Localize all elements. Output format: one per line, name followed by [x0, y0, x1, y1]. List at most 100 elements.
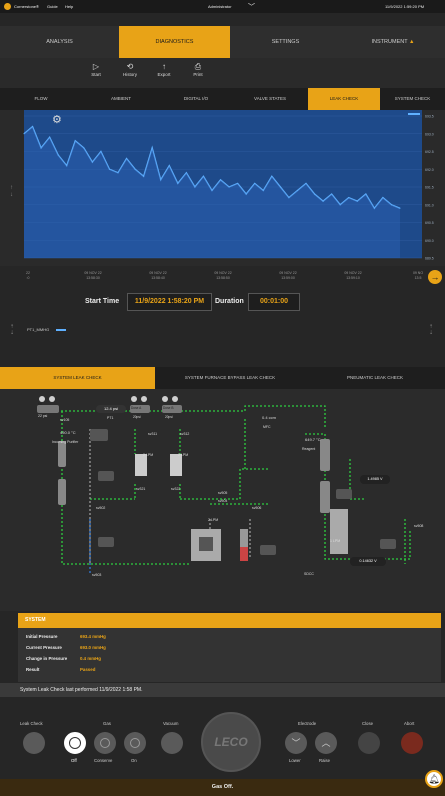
data-point — [331, 193, 333, 195]
duration-field[interactable]: 00:01:00 — [248, 293, 300, 311]
data-point — [49, 136, 51, 138]
data-point — [185, 172, 187, 174]
electrode-lower-button[interactable]: ﹀ — [285, 732, 307, 754]
valve-dose-b-1 — [162, 396, 168, 402]
data-point — [348, 197, 350, 199]
chart-panel: 693.5 693.0 692.5 692.0 691.5 691.0 690.5 690.0… — [0, 110, 445, 266]
data-point — [296, 190, 298, 192]
data-point — [177, 182, 179, 184]
tab-settings[interactable]: SETTINGS — [230, 26, 341, 58]
valve-dose-b-2 — [172, 396, 178, 402]
x-tick-label: 13:58:30 — [86, 276, 100, 280]
subtab-ambient[interactable]: AMBIENT — [82, 88, 160, 110]
sv506-label: sv506 — [252, 506, 262, 510]
raise-label: Raise — [319, 758, 330, 763]
start-time-label: Start Time — [85, 298, 120, 305]
tab-diagnostics[interactable]: DIAGNOSTICS — [119, 26, 230, 58]
zoom-scroll-icon[interactable]: ↑ ↓ — [10, 185, 13, 199]
data-point — [279, 186, 281, 188]
furnace-inner — [199, 537, 213, 551]
subtab-valve-states[interactable]: VALVE STATES — [232, 88, 308, 110]
y-tick-label: 691.5 — [425, 186, 434, 190]
tab-pneumatic[interactable]: PNEUMATIC LEAK CHECK — [305, 367, 445, 389]
duration-label: Duration — [215, 298, 244, 305]
start-time-field[interactable]: 11/9/2022 1:58:20 PM — [127, 293, 212, 311]
x-tick-label: 09 NOV 22 — [344, 271, 361, 275]
electrode-label: Electrode — [298, 721, 317, 726]
y-tick-label: 691.0 — [425, 203, 434, 207]
abort-button[interactable] — [401, 732, 423, 754]
pt1-label: PT1 — [107, 416, 114, 420]
print-button[interactable]: ⎙ Print — [185, 62, 211, 77]
on-label: On — [131, 758, 137, 763]
gear-icon[interactable]: ⚙ — [52, 113, 62, 126]
user-name[interactable]: Administrator — [208, 4, 232, 9]
close-button[interactable] — [358, 732, 380, 754]
history-button[interactable]: ⟲ History — [117, 62, 143, 77]
system-table: Initial Pressure 693.4 mmHg Current Press… — [18, 628, 441, 682]
subtab-leak-check[interactable]: LEAK CHECK — [308, 88, 380, 110]
start-button[interactable]: ▷ Start — [83, 62, 109, 77]
x-tick-label: 13:58:40 — [151, 276, 165, 280]
valve-he-2 — [49, 396, 55, 402]
tab-instrument[interactable]: INSTRUMENT ▲ — [341, 26, 445, 58]
tab-furnace-bypass[interactable]: SYSTEM FURNACE BYPASS LEAK CHECK — [155, 367, 305, 389]
subtab-flow[interactable]: FLOW — [0, 88, 82, 110]
initial-pressure-value: 693.4 mmHg — [80, 634, 106, 639]
leak-check-label: Leak Check — [20, 721, 43, 726]
help-link[interactable]: Help — [65, 4, 73, 9]
export-button[interactable]: ↑ Export — [151, 62, 177, 77]
tab-analysis[interactable]: ANALYSIS — [0, 26, 119, 58]
data-point — [262, 190, 264, 192]
scroll-icon[interactable]: ⇡ ⇣ — [10, 324, 14, 336]
sdcc-label: SDCC — [304, 572, 314, 576]
voltage1-value: 1.4985 V — [360, 475, 390, 484]
print-label: Print — [193, 72, 203, 77]
x-tick-label: 09 NOV 22 — [149, 271, 166, 275]
leco-logo-button[interactable]: LECO — [201, 712, 261, 772]
incoming-purifier — [58, 441, 66, 467]
data-point — [356, 200, 358, 202]
data-point — [271, 175, 273, 177]
vacuum-button[interactable] — [161, 732, 183, 754]
x-tick-label: 09 NOV 22 — [279, 271, 296, 275]
subtab-digital-io[interactable]: DIGITAL I/O — [160, 88, 232, 110]
y-tick-label: 692.0 — [425, 168, 434, 172]
legend-row: ⇡ ⇣ PT1_MMHG ⇡ ⇣ — [0, 318, 445, 348]
gas-conserve-button[interactable] — [94, 732, 116, 754]
scroll-icon-right[interactable]: ⇡ ⇣ — [429, 324, 433, 336]
history-icon: ⟲ — [126, 62, 134, 71]
chevron-down-icon[interactable]: ﹀ — [248, 2, 255, 12]
subtab-system-check[interactable]: SYSTEM CHECK — [380, 88, 445, 110]
temp1-value: 450.0 °C — [60, 430, 76, 435]
bottom-controls: Leak Check Gas Vacuum Electrode Close Ab… — [0, 697, 445, 779]
data-point — [245, 193, 247, 195]
electrode-raise-button[interactable]: ︿ — [315, 732, 337, 754]
print-icon: ⎙ — [194, 62, 202, 71]
data-point — [220, 179, 222, 181]
camera-icon-4 — [260, 545, 276, 555]
gas-off-button[interactable] — [64, 732, 86, 754]
tab-system-leak-check[interactable]: SYSTEM LEAK CHECK — [0, 367, 155, 389]
lpm-label-a: 2 LPM — [143, 453, 154, 457]
camera-icon — [90, 429, 108, 441]
gas-status-bar: Gas Off. — [0, 779, 445, 796]
next-arrow-icon[interactable]: → — [428, 270, 442, 284]
guide-link[interactable]: Guide — [47, 4, 58, 9]
notification-bell-icon[interactable]: 🔔︎ — [425, 770, 443, 788]
x-tick-label: 22 — [26, 271, 30, 275]
result-value: Passed — [80, 667, 96, 672]
current-pressure-label: Current Pressure — [26, 645, 62, 650]
time-row: Start Time 11/9/2022 1:58:20 PM Duration… — [0, 290, 445, 316]
y-tick-label: 690.5 — [425, 221, 434, 225]
gas-on-button[interactable] — [124, 732, 146, 754]
leak-check-button[interactable] — [23, 732, 45, 754]
off-label: Off — [71, 758, 77, 763]
data-point — [83, 147, 85, 149]
voltage2-value: 0.14632 V — [350, 557, 386, 566]
data-point — [168, 165, 170, 167]
data-point — [32, 126, 34, 128]
data-point — [23, 133, 25, 135]
info-icon[interactable] — [4, 3, 11, 10]
data-point — [91, 161, 93, 163]
